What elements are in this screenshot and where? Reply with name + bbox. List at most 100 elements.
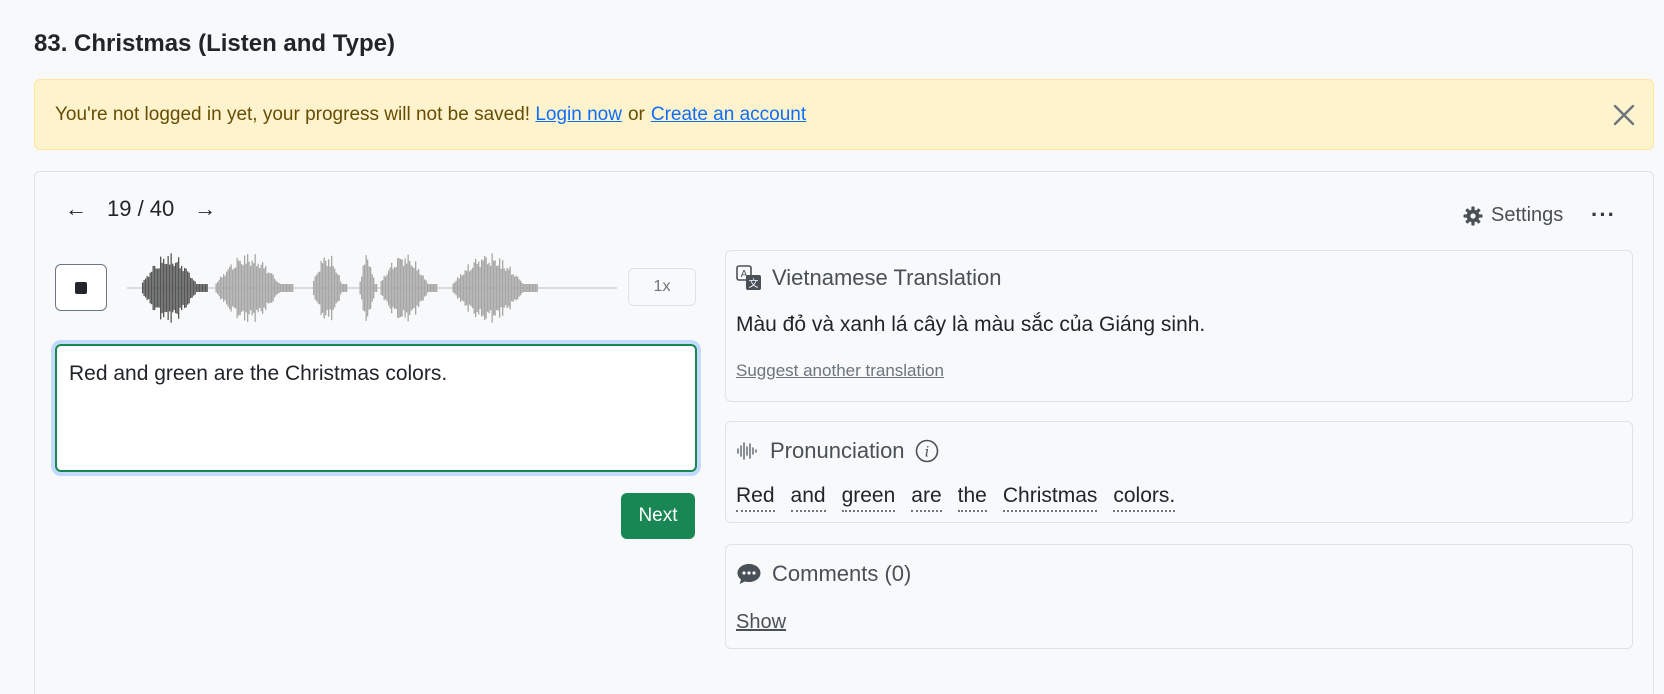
waveform-bar xyxy=(421,275,423,301)
answer-input[interactable] xyxy=(55,344,697,472)
waveform-bar xyxy=(236,257,238,319)
waveform-bar xyxy=(197,284,199,292)
waveform-bar xyxy=(479,267,481,309)
waveform-bar xyxy=(271,273,273,303)
waveform-bar xyxy=(316,274,318,302)
waveform-bar xyxy=(503,268,505,308)
pronunciation-word[interactable]: are xyxy=(911,484,942,512)
waveform-bar xyxy=(283,284,285,292)
waveform-bar xyxy=(323,257,325,319)
waveform-bar xyxy=(226,271,228,305)
create-account-link[interactable]: Create an account xyxy=(651,104,806,126)
waveform-bar xyxy=(181,265,183,311)
waveform-bar xyxy=(434,284,436,292)
pronunciation-word[interactable]: green xyxy=(841,484,896,512)
next-button[interactable]: Next xyxy=(621,493,695,539)
close-icon[interactable] xyxy=(1611,102,1637,128)
waveform-bar xyxy=(433,284,435,292)
waveform-bar xyxy=(169,264,171,312)
waveform-bar xyxy=(319,271,321,305)
waveform-bar xyxy=(512,274,514,302)
pronunciation-word[interactable]: colors. xyxy=(1113,484,1176,512)
waveform-bar xyxy=(368,266,370,310)
login-link[interactable]: Login now xyxy=(535,104,622,126)
waveform-bar xyxy=(410,265,412,311)
waveform-bar xyxy=(373,277,375,299)
pronunciation-word[interactable]: Red xyxy=(736,484,775,512)
waveform-bar xyxy=(227,269,229,307)
suggest-translation-link[interactable]: Suggest another translation xyxy=(736,361,944,381)
waveform-bar xyxy=(182,271,184,305)
waveform-bar xyxy=(280,284,282,292)
waveform-bar xyxy=(248,261,250,315)
settings-button[interactable]: Settings xyxy=(1463,204,1563,227)
waveform-bar xyxy=(455,280,457,296)
waveform-bar xyxy=(497,265,499,311)
sentence-navigator: ← 19 / 40 → xyxy=(61,196,220,222)
waveform-bar xyxy=(517,276,519,300)
waveform-bar xyxy=(322,263,324,313)
waveform-bar xyxy=(482,260,484,316)
waveform-bar xyxy=(416,270,418,306)
waveform-bar xyxy=(193,280,195,296)
waveform-bar xyxy=(175,262,177,314)
waveform-bar xyxy=(154,265,156,311)
waveform-bar xyxy=(464,270,466,306)
next-arrow-icon[interactable]: → xyxy=(190,196,220,222)
waveform-bar xyxy=(485,257,487,319)
waveform-bar xyxy=(344,284,346,292)
sentence-counter: 19 / 40 xyxy=(107,196,175,221)
waveform-bar xyxy=(481,259,483,317)
more-options-icon[interactable]: ··· xyxy=(1591,202,1616,228)
waveform-bar xyxy=(250,265,252,311)
waveform-bar xyxy=(454,282,456,294)
prev-arrow-icon[interactable]: ← xyxy=(61,196,91,222)
waveform-bar xyxy=(259,268,261,308)
waveform-bar xyxy=(269,273,271,303)
waveform-bar xyxy=(233,268,235,308)
waveform-bar xyxy=(337,274,339,302)
translate-icon: A 文 xyxy=(736,265,761,290)
gear-icon xyxy=(1463,206,1483,225)
show-comments-link[interactable]: Show xyxy=(736,611,786,634)
waveform-bar xyxy=(397,258,399,318)
waveform-bar xyxy=(172,263,174,313)
waveform-bar xyxy=(232,269,234,307)
audio-wave-icon xyxy=(737,442,757,460)
waveform-bar xyxy=(268,272,270,304)
waveform-bar xyxy=(343,284,345,292)
pronunciation-word[interactable]: and xyxy=(790,484,826,512)
waveform-bar xyxy=(460,274,462,302)
waveform-bar xyxy=(320,261,322,315)
waveform-bar xyxy=(515,275,517,301)
waveform-bar xyxy=(200,284,202,292)
waveform-bar xyxy=(371,274,373,302)
waveform-bar xyxy=(239,261,241,315)
waveform-bar xyxy=(361,276,363,300)
info-icon[interactable]: i xyxy=(915,439,939,463)
waveform-bar xyxy=(422,275,424,301)
waveform-bar xyxy=(392,268,394,308)
audio-waveform[interactable] xyxy=(127,248,617,328)
login-alert: You're not logged in yet, your progress … xyxy=(34,79,1654,150)
alert-or-text: or xyxy=(627,103,645,125)
waveform-bar xyxy=(506,267,508,309)
waveform-bar xyxy=(518,279,520,297)
waveform-bar xyxy=(157,268,159,308)
waveform-bar xyxy=(529,284,531,292)
stop-button[interactable] xyxy=(55,264,107,311)
waveform-bar xyxy=(160,256,162,320)
pronunciation-word[interactable]: Christmas xyxy=(1002,484,1098,512)
waveform-bar xyxy=(388,270,390,306)
playback-speed-button[interactable]: 1x xyxy=(628,268,696,306)
waveform-bar xyxy=(257,263,259,313)
waveform-bar xyxy=(338,275,340,301)
waveform-bar xyxy=(229,266,231,310)
waveform-bar xyxy=(278,283,280,293)
waveform-bar xyxy=(508,269,510,307)
waveform-bar xyxy=(463,274,465,302)
pronunciation-word[interactable]: the xyxy=(957,484,987,512)
waveform-bar xyxy=(260,264,262,312)
waveform-bar xyxy=(476,263,478,313)
waveform-bar xyxy=(514,276,516,300)
